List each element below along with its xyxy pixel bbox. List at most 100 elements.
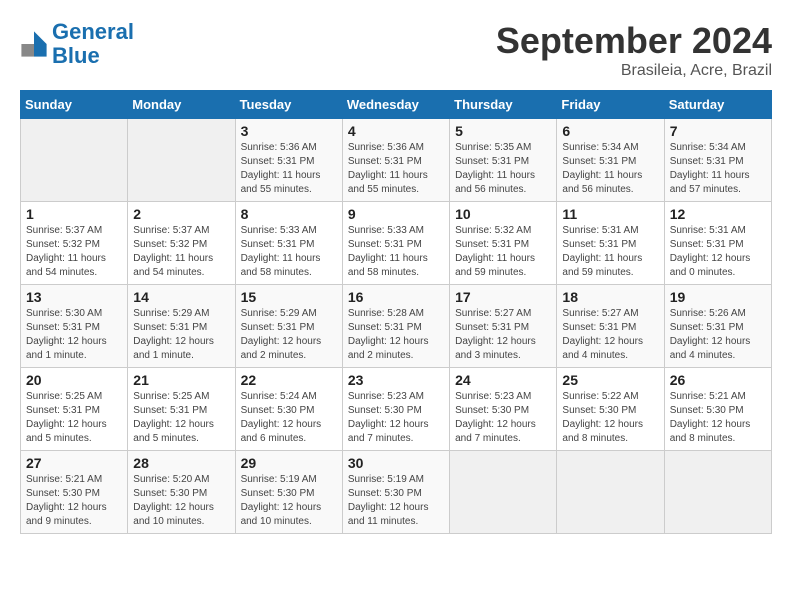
calendar-cell: 15 Sunrise: 5:29 AMSunset: 5:31 PMDaylig…	[235, 285, 342, 368]
weekday-header: Monday	[128, 91, 235, 119]
calendar-cell: 1 Sunrise: 5:37 AMSunset: 5:32 PMDayligh…	[21, 202, 128, 285]
day-info: Sunrise: 5:19 AMSunset: 5:30 PMDaylight:…	[241, 473, 337, 529]
day-number: 18	[562, 289, 658, 305]
weekday-header: Saturday	[664, 91, 771, 119]
weekday-header: Thursday	[450, 91, 557, 119]
month-title: September 2024	[496, 20, 772, 62]
day-number: 20	[26, 372, 122, 388]
day-number: 12	[670, 206, 766, 222]
day-info: Sunrise: 5:31 AMSunset: 5:31 PMDaylight:…	[670, 224, 766, 280]
day-number: 5	[455, 123, 551, 139]
day-number: 13	[26, 289, 122, 305]
logo-line1: General	[52, 19, 134, 44]
day-number: 22	[241, 372, 337, 388]
day-number: 17	[455, 289, 551, 305]
calendar-cell: 22 Sunrise: 5:24 AMSunset: 5:30 PMDaylig…	[235, 368, 342, 451]
calendar-cell	[21, 119, 128, 202]
calendar-cell: 25 Sunrise: 5:22 AMSunset: 5:30 PMDaylig…	[557, 368, 664, 451]
day-info: Sunrise: 5:32 AMSunset: 5:31 PMDaylight:…	[455, 224, 551, 280]
day-info: Sunrise: 5:28 AMSunset: 5:31 PMDaylight:…	[348, 307, 444, 363]
day-info: Sunrise: 5:21 AMSunset: 5:30 PMDaylight:…	[670, 390, 766, 446]
day-info: Sunrise: 5:24 AMSunset: 5:30 PMDaylight:…	[241, 390, 337, 446]
calendar-cell: 23 Sunrise: 5:23 AMSunset: 5:30 PMDaylig…	[342, 368, 449, 451]
day-info: Sunrise: 5:25 AMSunset: 5:31 PMDaylight:…	[26, 390, 122, 446]
day-number: 9	[348, 206, 444, 222]
weekday-header: Friday	[557, 91, 664, 119]
calendar-cell: 10 Sunrise: 5:32 AMSunset: 5:31 PMDaylig…	[450, 202, 557, 285]
day-info: Sunrise: 5:19 AMSunset: 5:30 PMDaylight:…	[348, 473, 444, 529]
calendar-row: 13 Sunrise: 5:30 AMSunset: 5:31 PMDaylig…	[21, 285, 772, 368]
calendar-cell	[450, 451, 557, 534]
day-info: Sunrise: 5:35 AMSunset: 5:31 PMDaylight:…	[455, 141, 551, 197]
day-info: Sunrise: 5:25 AMSunset: 5:31 PMDaylight:…	[133, 390, 229, 446]
day-number: 14	[133, 289, 229, 305]
calendar-cell	[664, 451, 771, 534]
day-info: Sunrise: 5:20 AMSunset: 5:30 PMDaylight:…	[133, 473, 229, 529]
day-number: 29	[241, 455, 337, 471]
calendar-cell: 4 Sunrise: 5:36 AMSunset: 5:31 PMDayligh…	[342, 119, 449, 202]
logo-icon	[20, 30, 48, 58]
calendar-cell: 28 Sunrise: 5:20 AMSunset: 5:30 PMDaylig…	[128, 451, 235, 534]
day-info: Sunrise: 5:22 AMSunset: 5:30 PMDaylight:…	[562, 390, 658, 446]
weekday-header: Sunday	[21, 91, 128, 119]
day-number: 19	[670, 289, 766, 305]
day-info: Sunrise: 5:26 AMSunset: 5:31 PMDaylight:…	[670, 307, 766, 363]
day-number: 7	[670, 123, 766, 139]
calendar-row: 27 Sunrise: 5:21 AMSunset: 5:30 PMDaylig…	[21, 451, 772, 534]
day-number: 1	[26, 206, 122, 222]
day-info: Sunrise: 5:31 AMSunset: 5:31 PMDaylight:…	[562, 224, 658, 280]
day-number: 16	[348, 289, 444, 305]
day-number: 8	[241, 206, 337, 222]
day-number: 10	[455, 206, 551, 222]
day-info: Sunrise: 5:23 AMSunset: 5:30 PMDaylight:…	[348, 390, 444, 446]
calendar-cell: 30 Sunrise: 5:19 AMSunset: 5:30 PMDaylig…	[342, 451, 449, 534]
day-number: 26	[670, 372, 766, 388]
calendar-cell: 27 Sunrise: 5:21 AMSunset: 5:30 PMDaylig…	[21, 451, 128, 534]
day-number: 6	[562, 123, 658, 139]
day-info: Sunrise: 5:36 AMSunset: 5:31 PMDaylight:…	[241, 141, 337, 197]
day-info: Sunrise: 5:36 AMSunset: 5:31 PMDaylight:…	[348, 141, 444, 197]
day-info: Sunrise: 5:21 AMSunset: 5:30 PMDaylight:…	[26, 473, 122, 529]
calendar-cell: 2 Sunrise: 5:37 AMSunset: 5:32 PMDayligh…	[128, 202, 235, 285]
calendar-table: SundayMondayTuesdayWednesdayThursdayFrid…	[20, 90, 772, 534]
calendar-cell: 3 Sunrise: 5:36 AMSunset: 5:31 PMDayligh…	[235, 119, 342, 202]
day-number: 23	[348, 372, 444, 388]
calendar-cell	[557, 451, 664, 534]
day-info: Sunrise: 5:27 AMSunset: 5:31 PMDaylight:…	[455, 307, 551, 363]
calendar-cell: 7 Sunrise: 5:34 AMSunset: 5:31 PMDayligh…	[664, 119, 771, 202]
calendar-cell: 6 Sunrise: 5:34 AMSunset: 5:31 PMDayligh…	[557, 119, 664, 202]
calendar-row: 20 Sunrise: 5:25 AMSunset: 5:31 PMDaylig…	[21, 368, 772, 451]
calendar-cell: 19 Sunrise: 5:26 AMSunset: 5:31 PMDaylig…	[664, 285, 771, 368]
calendar-cell: 12 Sunrise: 5:31 AMSunset: 5:31 PMDaylig…	[664, 202, 771, 285]
day-info: Sunrise: 5:37 AMSunset: 5:32 PMDaylight:…	[26, 224, 122, 280]
day-number: 4	[348, 123, 444, 139]
calendar-cell: 24 Sunrise: 5:23 AMSunset: 5:30 PMDaylig…	[450, 368, 557, 451]
calendar-cell	[128, 119, 235, 202]
weekday-header-row: SundayMondayTuesdayWednesdayThursdayFrid…	[21, 91, 772, 119]
calendar-cell: 9 Sunrise: 5:33 AMSunset: 5:31 PMDayligh…	[342, 202, 449, 285]
calendar-cell: 14 Sunrise: 5:29 AMSunset: 5:31 PMDaylig…	[128, 285, 235, 368]
weekday-header: Tuesday	[235, 91, 342, 119]
day-info: Sunrise: 5:37 AMSunset: 5:32 PMDaylight:…	[133, 224, 229, 280]
day-info: Sunrise: 5:33 AMSunset: 5:31 PMDaylight:…	[241, 224, 337, 280]
day-number: 25	[562, 372, 658, 388]
logo-line2: Blue	[52, 43, 100, 68]
day-info: Sunrise: 5:29 AMSunset: 5:31 PMDaylight:…	[241, 307, 337, 363]
logo: General Blue	[20, 20, 134, 68]
day-number: 28	[133, 455, 229, 471]
calendar-cell: 11 Sunrise: 5:31 AMSunset: 5:31 PMDaylig…	[557, 202, 664, 285]
calendar-cell: 26 Sunrise: 5:21 AMSunset: 5:30 PMDaylig…	[664, 368, 771, 451]
logo-text: General Blue	[52, 20, 134, 68]
calendar-row: 3 Sunrise: 5:36 AMSunset: 5:31 PMDayligh…	[21, 119, 772, 202]
day-number: 15	[241, 289, 337, 305]
day-number: 2	[133, 206, 229, 222]
day-number: 21	[133, 372, 229, 388]
day-info: Sunrise: 5:34 AMSunset: 5:31 PMDaylight:…	[670, 141, 766, 197]
day-info: Sunrise: 5:30 AMSunset: 5:31 PMDaylight:…	[26, 307, 122, 363]
calendar-cell: 5 Sunrise: 5:35 AMSunset: 5:31 PMDayligh…	[450, 119, 557, 202]
calendar-cell: 17 Sunrise: 5:27 AMSunset: 5:31 PMDaylig…	[450, 285, 557, 368]
location: Brasileia, Acre, Brazil	[496, 62, 772, 80]
weekday-header: Wednesday	[342, 91, 449, 119]
day-number: 27	[26, 455, 122, 471]
day-number: 24	[455, 372, 551, 388]
